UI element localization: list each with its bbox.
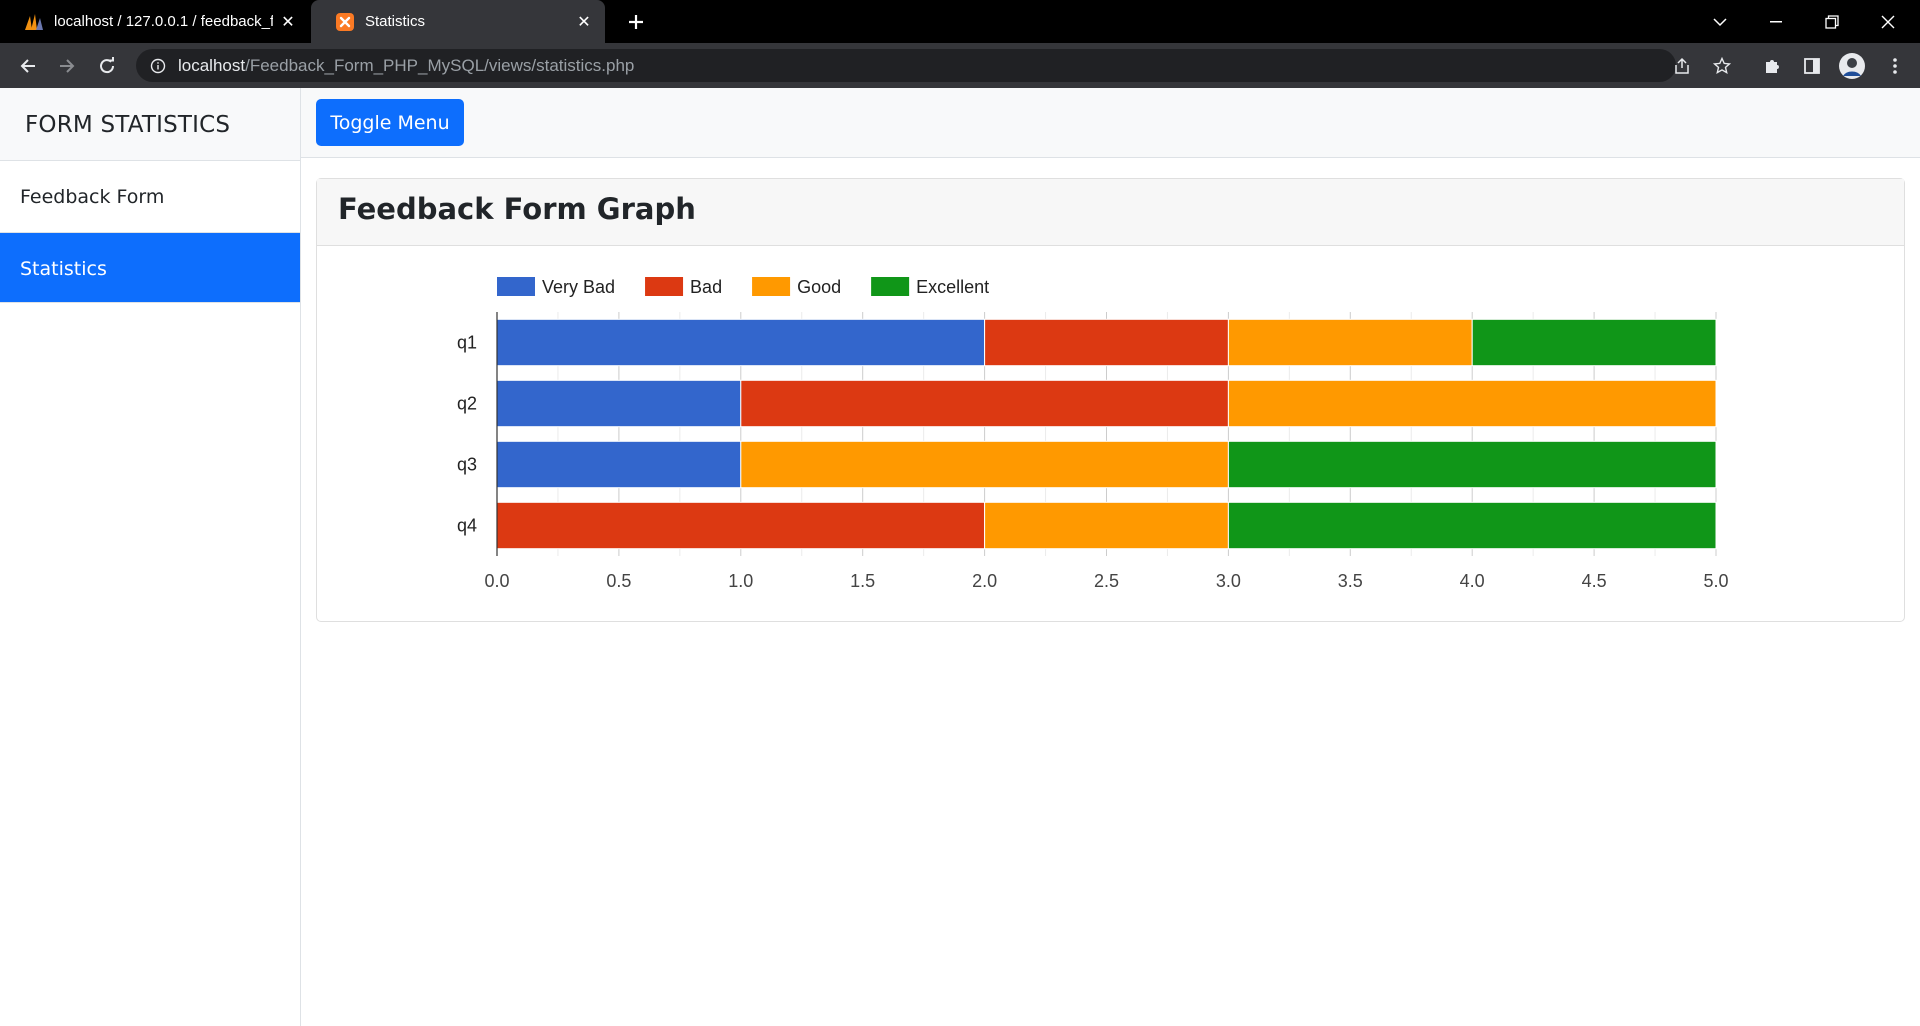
sidebar-item-feedback-form[interactable]: Feedback Form [0,161,300,233]
legend-label: Very Bad [542,277,615,297]
close-icon [1881,15,1895,28]
graph-card: Feedback Form Graph q1 q2 q3 q4 0.0 0.5 1.0 1.5… [316,178,1905,622]
extensions-button[interactable] [1757,51,1787,81]
bar [1227,501,1717,550]
x-tick-label: 1.5 [850,571,875,591]
x-tick-label: 1.0 [728,571,753,591]
arrow-left-icon [20,59,35,73]
top-navbar: Toggle Menu [301,88,1920,158]
share-icon [1675,57,1689,74]
phpmyadmin-icon [24,12,44,32]
card-title: Feedback Form Graph [317,179,1904,246]
legend-swatch [645,277,684,296]
x-tick-label: 2.5 [1094,571,1119,591]
star-icon [1713,57,1731,75]
x-tick-label: 0.5 [606,571,631,591]
bar [1227,440,1717,489]
category-label: q2 [457,394,477,414]
forward-button[interactable] [52,51,82,81]
legend-label: Excellent [916,277,989,297]
bar [496,318,986,367]
puzzle-icon [1766,60,1779,73]
tab-title: Statistics [365,13,426,30]
info-icon [150,58,166,73]
main-content: Toggle Menu Feedback Form Graph q1 q2 q3 q4… [301,88,1920,1026]
category-label: q3 [457,455,477,475]
browser-menu-button[interactable] [1880,51,1910,81]
sidebar-item-statistics[interactable]: Statistics [0,233,300,303]
page: FORM STATISTICS Feedback Form Statistics… [0,88,1920,1026]
toggle-menu-button[interactable]: Toggle Menu [316,99,464,146]
bar [1227,379,1717,428]
browser-tab-statistics[interactable]: Statistics ✕ [311,0,605,43]
minimize-icon [1770,20,1782,22]
plus-icon [629,15,643,29]
browser-toolbar: localhost/Feedback_Form_PHP_MySQL/views/… [0,43,1920,88]
x-tick-label: 3.5 [1338,571,1363,591]
legend-swatch [752,277,791,296]
browser-tab-phpmyadmin[interactable]: localhost / 127.0.0.1 / feedback_f ✕ [0,0,309,43]
legend-swatch [497,277,535,296]
x-tick-label: 3.0 [1216,571,1241,591]
share-button[interactable] [1667,51,1697,81]
x-tick-label: 0.0 [484,571,509,591]
close-icon[interactable]: ✕ [279,13,297,31]
x-tick-label: 4.0 [1460,571,1485,591]
chart-container: q1 q2 q3 q4 0.0 0.5 1.0 1.5 2.0 2.5 3.0 3.5 4.0 4.5 5.… [317,246,1904,621]
category-label: q1 [457,333,477,353]
sidebar: FORM STATISTICS Feedback Form Statistics [0,88,301,1026]
sidebar-heading: FORM STATISTICS [0,88,300,161]
restore-button[interactable] [1804,0,1860,43]
xampp-icon [335,12,355,32]
bookmark-button[interactable] [1707,51,1737,81]
side-panel-button[interactable] [1797,51,1827,81]
side-panel-icon [1804,58,1820,74]
bar [1227,318,1473,367]
legend-label: Bad [690,277,722,297]
legend-label: Good [797,277,841,297]
avatar-icon [1839,53,1865,79]
bar [496,440,742,489]
bar [984,501,1229,550]
tab-title: localhost / 127.0.0.1 / feedback_f [54,13,273,30]
back-button[interactable] [13,51,43,81]
close-icon[interactable]: ✕ [575,13,593,31]
legend-swatch [871,277,910,296]
kebab-menu-icon [1893,58,1897,74]
minimize-button[interactable] [1748,0,1804,43]
arrow-right-icon [60,59,75,73]
url-text: localhost/Feedback_Form_PHP_MySQL/views/… [178,55,635,75]
bar [740,379,1229,428]
bar [740,440,1229,489]
x-tick-label: 5.0 [1703,571,1728,591]
chevron-down-icon [1713,17,1727,26]
new-tab-button[interactable] [622,8,650,36]
browser-tab-strip: localhost / 127.0.0.1 / feedback_f ✕ Sta… [0,0,1920,43]
tab-search-button[interactable] [1692,0,1748,43]
reload-button[interactable] [92,51,122,81]
close-window-button[interactable] [1860,0,1916,43]
bar [1471,318,1717,367]
stacked-bar-chart: q1 q2 q3 q4 0.0 0.5 1.0 1.5 2.0 2.5 3.0 3.5 4.0 4.5 5.… [457,277,1729,591]
bar [496,501,986,550]
bar [984,318,1229,367]
reload-icon [100,57,115,74]
profile-avatar[interactable] [1837,51,1867,81]
x-tick-label: 2.0 [972,571,997,591]
category-label: q4 [457,516,477,536]
bar [496,379,742,428]
restore-icon [1825,14,1839,29]
x-tick-label: 4.5 [1582,571,1607,591]
address-bar[interactable]: localhost/Feedback_Form_PHP_MySQL/views/… [136,49,1676,82]
